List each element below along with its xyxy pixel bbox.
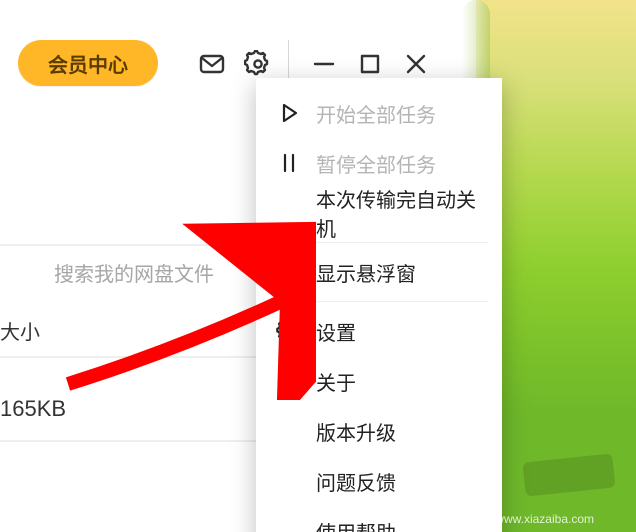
settings-menu: 开始全部任务 暂停全部任务 本次传输完自动关机 显示悬浮窗 设置 关于: [256, 78, 502, 532]
menu-auto-shutdown[interactable]: 本次传输完自动关机: [256, 188, 502, 238]
mail-icon[interactable]: [198, 50, 226, 78]
pause-icon: [276, 150, 302, 176]
menu-separator: [270, 301, 488, 302]
menu-label: 设置: [316, 317, 356, 346]
blank-icon: [276, 368, 302, 394]
blank-icon: [276, 518, 302, 532]
column-header-size: 大小: [0, 316, 40, 345]
search-row: [0, 244, 250, 293]
menu-settings[interactable]: 设置: [256, 306, 502, 356]
file-size-value: 165KB: [0, 396, 66, 422]
menu-label: 暂停全部任务: [316, 149, 436, 178]
menu-about[interactable]: 关于: [256, 356, 502, 406]
blank-icon: [276, 468, 302, 494]
menu-help[interactable]: 使用帮助: [256, 506, 502, 532]
menu-pause-all: 暂停全部任务: [256, 138, 502, 188]
blank-icon: [276, 259, 302, 285]
menu-label: 使用帮助: [316, 517, 396, 532]
play-icon: [276, 100, 302, 126]
blank-icon: [276, 418, 302, 444]
vip-center-button[interactable]: 会员中心: [18, 40, 158, 86]
menu-label: 开始全部任务: [316, 99, 436, 128]
search-input[interactable]: [0, 258, 284, 293]
gear-icon: [276, 318, 302, 344]
menu-feedback[interactable]: 问题反馈: [256, 456, 502, 506]
menu-label: 关于: [316, 367, 356, 396]
blank-icon: [276, 200, 302, 226]
menu-float-window[interactable]: 显示悬浮窗: [256, 247, 502, 297]
vip-center-label: 会员中心: [48, 49, 128, 78]
watermark: www.xiazaiba.com: [495, 512, 594, 526]
menu-label: 版本升级: [316, 417, 396, 446]
minimize-icon[interactable]: [310, 50, 338, 78]
menu-label: 问题反馈: [316, 467, 396, 496]
menu-upgrade[interactable]: 版本升级: [256, 406, 502, 456]
menu-label: 本次传输完自动关机: [316, 184, 484, 242]
menu-start-all: 开始全部任务: [256, 88, 502, 138]
close-icon[interactable]: [402, 50, 430, 78]
settings-icon[interactable]: [244, 50, 272, 78]
menu-label: 显示悬浮窗: [316, 258, 416, 287]
maximize-icon[interactable]: [356, 50, 384, 78]
menu-separator: [270, 242, 488, 243]
